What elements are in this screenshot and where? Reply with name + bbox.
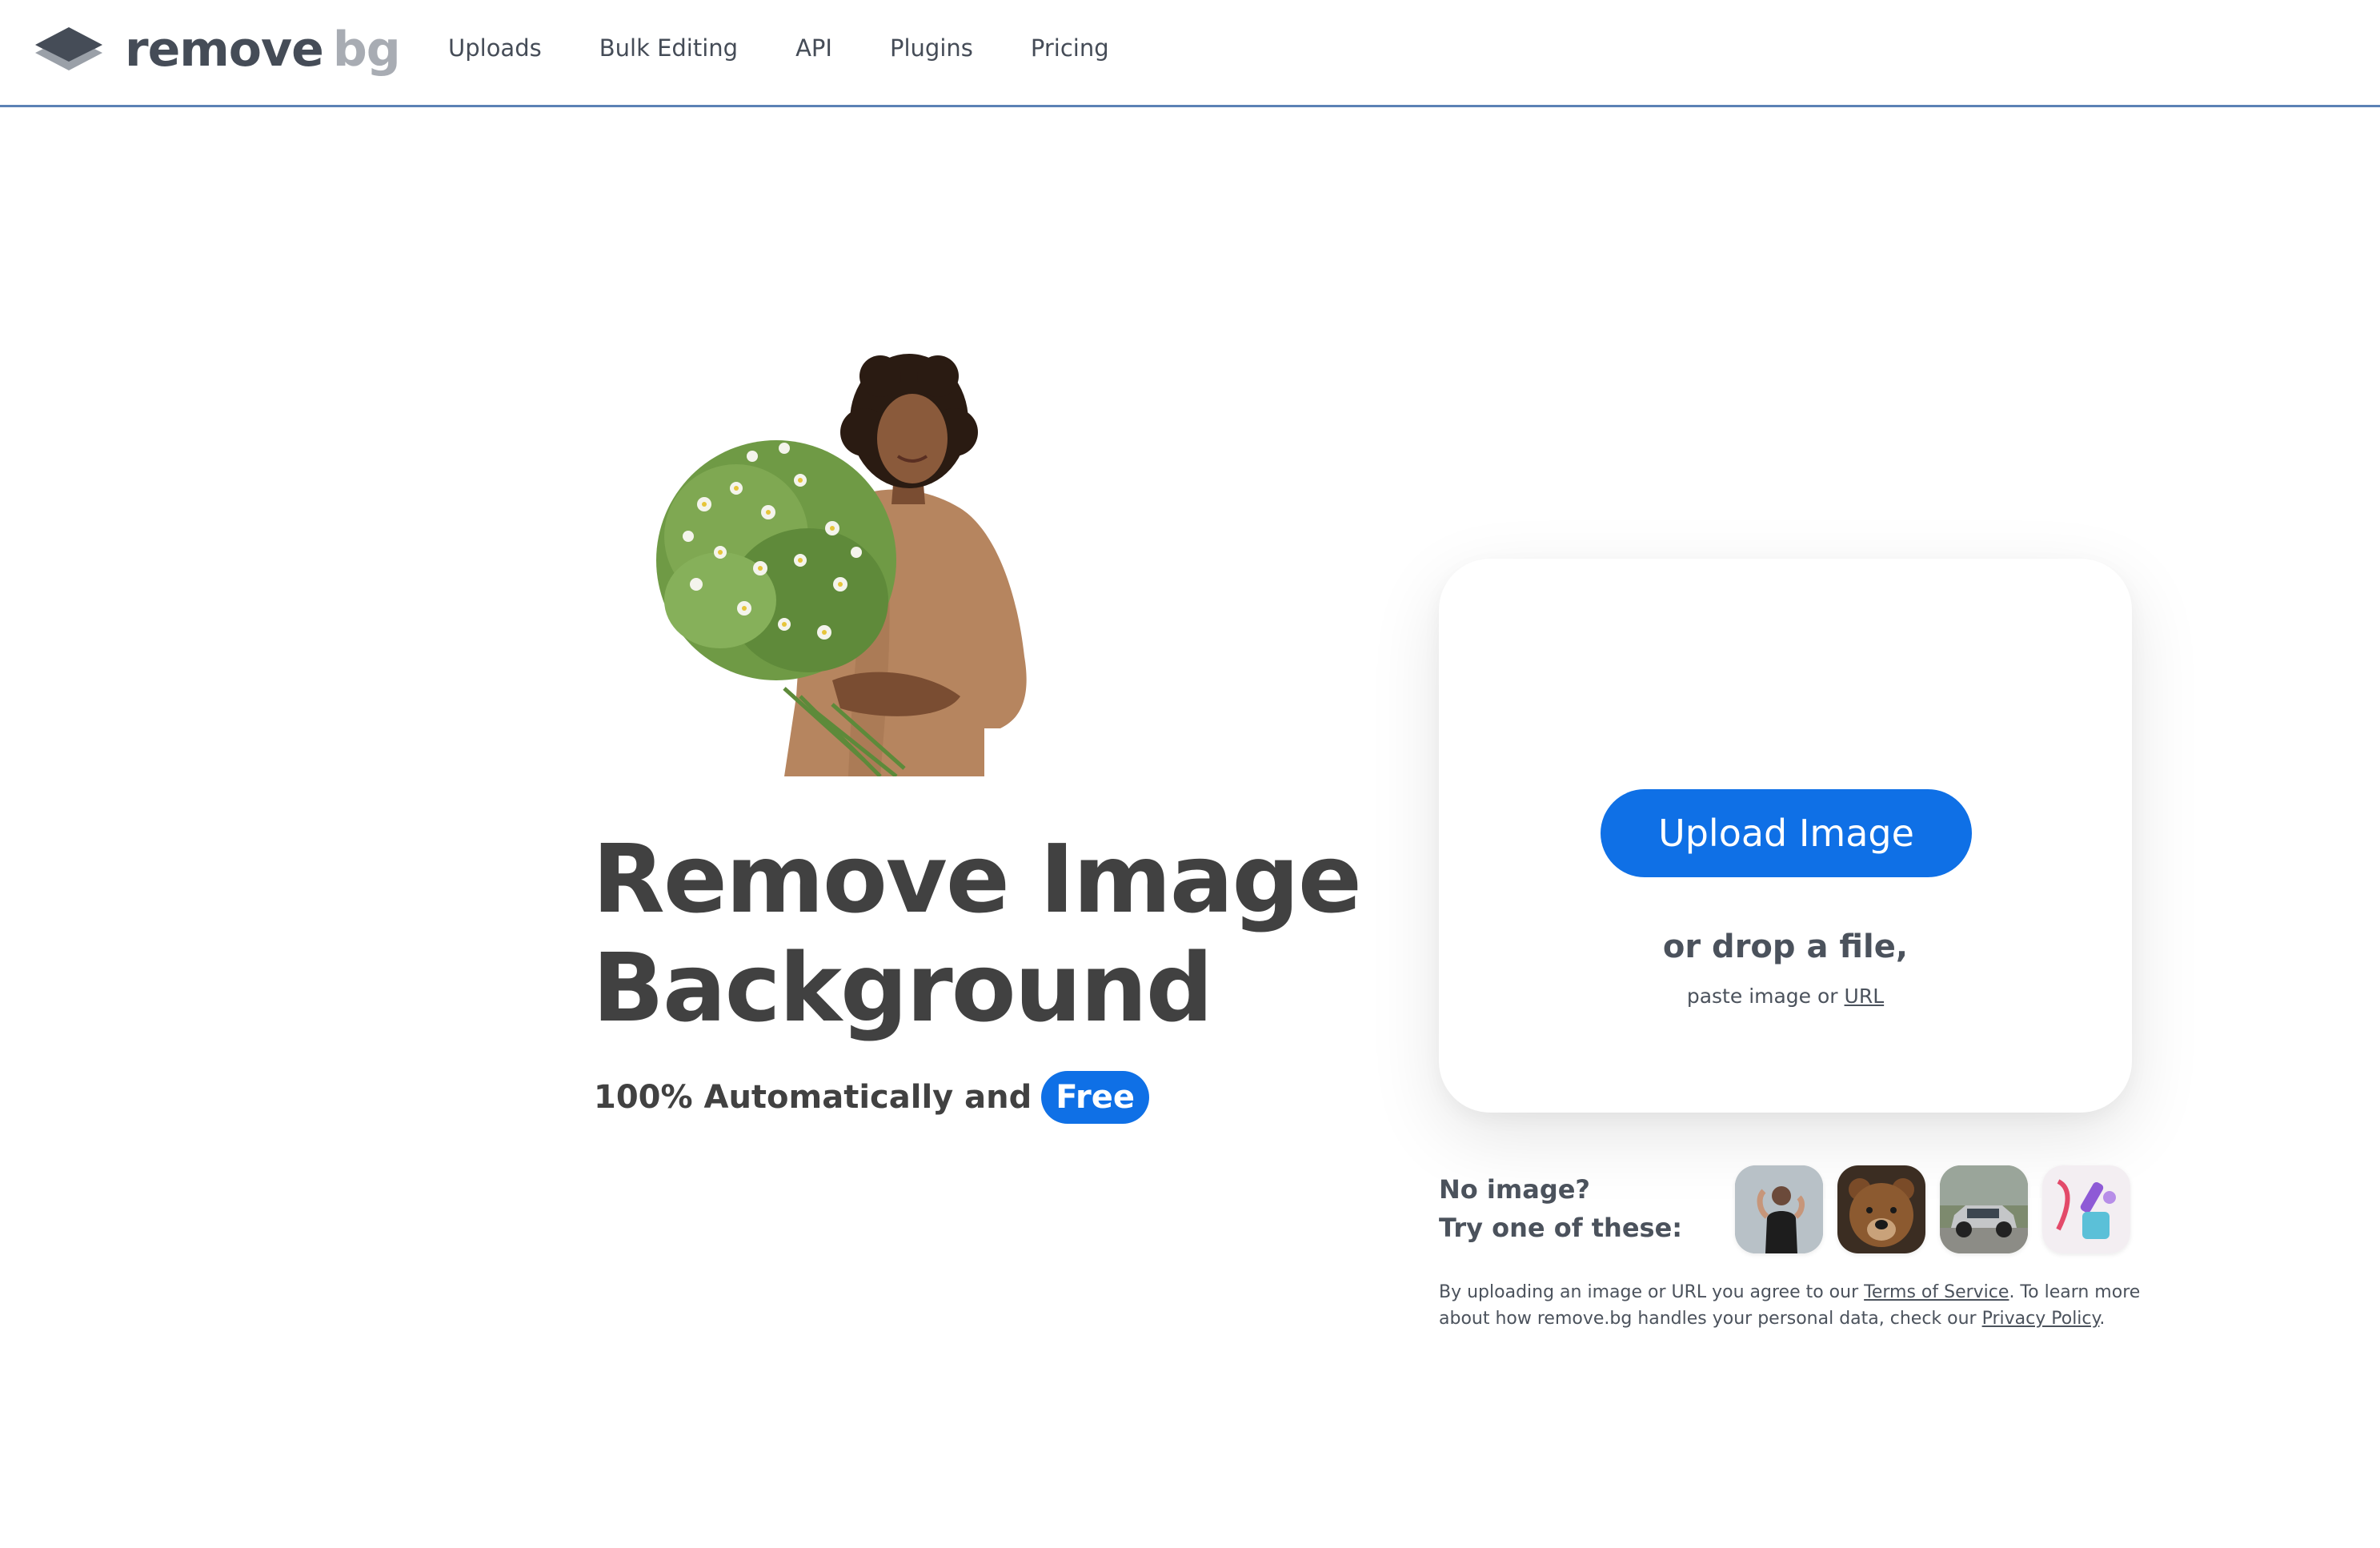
nav-item-plugins[interactable]: Plugins	[890, 30, 973, 66]
hero-title-line-1: Remove Image	[592, 824, 1362, 934]
site-header: remove bg Uploads Bulk Editing API Plugin…	[0, 0, 2380, 107]
sample-car-image[interactable]	[1940, 1165, 2028, 1253]
upload-image-button[interactable]: Upload Image	[1601, 789, 1972, 877]
sample-label-line-1: No image?	[1439, 1174, 1590, 1205]
hero-title: Remove Image Background	[592, 824, 1392, 1042]
logo-wordmark: remove bg	[125, 26, 401, 74]
sample-images	[1735, 1165, 2130, 1253]
main-nav: Uploads Bulk Editing API Plugins Pricing	[448, 30, 1109, 66]
nav-item-api[interactable]: API	[795, 30, 832, 66]
bear-icon	[1837, 1165, 1925, 1253]
fitness-objects-icon	[2042, 1165, 2130, 1253]
hero-woman-with-flowers-image	[656, 354, 1027, 776]
logo-text-primary: remove	[125, 22, 324, 78]
sample-images-label: No image? Try one of these:	[1439, 1170, 1695, 1247]
upload-dropzone[interactable]: Upload Image or drop a file, paste image…	[1439, 559, 2132, 1113]
person-icon	[1735, 1165, 1823, 1253]
logo-link[interactable]: remove bg	[34, 21, 401, 78]
paste-instructions: paste image or URL	[1439, 985, 2132, 1008]
nav-item-pricing[interactable]: Pricing	[1031, 30, 1109, 66]
sample-objects-image[interactable]	[2042, 1165, 2130, 1253]
privacy-policy-link[interactable]: Privacy Policy	[1982, 1309, 2100, 1329]
terms-of-service-link[interactable]: Terms of Service	[1864, 1282, 2009, 1302]
hero-title-line-2: Background	[592, 932, 1213, 1043]
hero-subtitle-text: 100% Automatically and	[594, 1079, 1032, 1116]
paste-prefix-text: paste image or	[1686, 985, 1838, 1008]
nav-item-uploads[interactable]: Uploads	[448, 30, 542, 66]
sample-label-line-2: Try one of these:	[1439, 1213, 1683, 1243]
hero-subtitle: 100% Automatically and Free	[594, 1069, 1150, 1125]
sample-bear-image[interactable]	[1837, 1165, 1925, 1253]
url-link[interactable]: URL	[1845, 985, 1885, 1008]
legal-notice: By uploading an image or URL you agree t…	[1439, 1279, 2143, 1332]
logo-text-secondary: bg	[332, 22, 401, 78]
legal-suffix: .	[2099, 1309, 2106, 1329]
nav-item-bulk-editing[interactable]: Bulk Editing	[599, 30, 738, 66]
free-badge: Free	[1041, 1071, 1150, 1124]
drop-file-text: or drop a file,	[1662, 928, 1909, 965]
sample-person-image[interactable]	[1735, 1165, 1823, 1253]
layers-logo-icon	[35, 27, 102, 70]
legal-prefix: By uploading an image or URL you agree t…	[1439, 1282, 1859, 1302]
car-icon	[1940, 1165, 2028, 1253]
